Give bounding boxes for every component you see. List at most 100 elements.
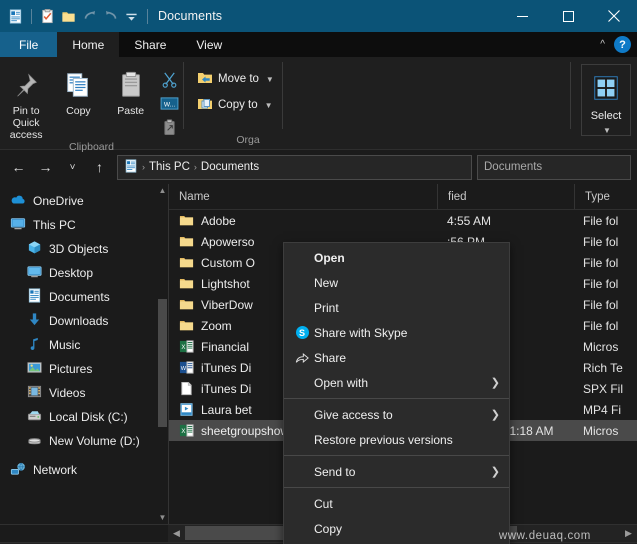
column-header-type[interactable]: Type [574,184,637,209]
sidebar-item-new-volume-d[interactable]: New Volume (D:) [0,429,168,453]
context-menu: Open New Print S Share with Skype Share Open w… [283,242,510,544]
tab-home[interactable]: Home [57,32,120,57]
move-to-button[interactable]: Move to ▼ [190,66,281,92]
sidebar-label: New Volume (D:) [49,434,140,448]
copy-button[interactable]: Copy [52,64,104,117]
menu-item-open-with[interactable]: Open with ❯ [284,370,509,395]
scroll-up-icon[interactable]: ▲ [157,184,168,197]
breadcrumb-separator: › [142,162,145,172]
file-name-text: iTunes Di [201,381,252,396]
column-header-name[interactable]: Name [169,184,437,209]
sidebar-item-pictures[interactable]: Pictures [0,357,168,381]
sidebar-item-onedrive[interactable]: OneDrive [0,189,168,213]
excel-icon: X [179,339,194,354]
pin-label-line1: Pin to Quick [12,105,40,129]
breadcrumb[interactable]: › This PC › Documents [117,154,472,180]
folder-icon [179,234,194,249]
svg-text:X: X [181,344,185,351]
up-button[interactable]: ↑ [87,155,112,180]
menu-item-label: Send to [314,464,356,479]
svg-text:W: W [181,366,187,372]
scroll-left-icon[interactable]: ◀ [168,525,185,542]
copy-to-button[interactable]: Copy to ▼ [190,92,280,118]
sidebar-item-local-disk-c[interactable]: Local Disk (C:) [0,405,168,429]
menu-item-send-to[interactable]: Send to ❯ [284,459,509,484]
sidebar-item-videos[interactable]: Videos [0,381,168,405]
sidebar-item-downloads[interactable]: Downloads [0,309,168,333]
navigation-pane: OneDrive This PC 3D Objects Desktop Docu… [0,184,168,524]
file-type-cell: File fol [583,213,619,228]
sidebar-item-music[interactable]: Music [0,333,168,357]
chevron-down-icon[interactable]: ▼ [266,75,274,84]
scroll-right-icon[interactable]: ▶ [620,525,637,542]
new-folder-icon[interactable] [60,8,77,25]
folder-icon [179,213,194,228]
chevron-right-icon: ❯ [490,377,500,389]
sidebar-item-this-pc[interactable]: This PC [0,213,168,237]
svg-text:X: X [181,428,185,435]
tab-share[interactable]: Share [119,32,181,57]
customize-qat-icon[interactable] [123,8,140,25]
undo-icon[interactable] [102,8,119,25]
menu-item-cut[interactable]: Cut [284,491,509,516]
chevron-right-icon: ❯ [490,409,500,421]
properties-icon[interactable] [39,8,56,25]
copy-path-icon[interactable]: W... [158,93,182,114]
menu-item-label: Print [314,300,339,315]
column-header-date[interactable]: fied [437,184,574,209]
chevron-down-icon[interactable]: ▼ [603,126,611,135]
breadcrumb-documents[interactable]: Documents [201,161,259,173]
breadcrumb-this-pc[interactable]: This PC [149,161,190,173]
menu-item-share-with-skype[interactable]: S Share with Skype [284,320,509,345]
close-button[interactable] [591,0,637,32]
sidebar-label: Network [33,463,78,477]
paste-label: Paste [117,105,145,117]
menu-item-share[interactable]: Share [284,345,509,370]
tab-file[interactable]: File [0,32,58,57]
menu-item-label: Share with Skype [314,325,408,340]
explorer-body: OneDrive This PC 3D Objects Desktop Docu… [0,184,637,544]
chevron-down-icon[interactable]: ▼ [265,101,273,110]
sidebar-item-3d-objects[interactable]: 3D Objects [0,237,168,261]
menu-item-restore-previous-versions[interactable]: Restore previous versions [284,427,509,452]
copy-to-label: Copy to [218,99,258,111]
pin-to-quick-access-button[interactable]: Pin to Quick access [0,64,52,141]
chevron-up-icon[interactable]: ^ [600,39,605,50]
documents-icon[interactable] [7,8,24,25]
file-type-cell: MP4 Fi [583,402,622,417]
folder-icon [179,276,194,291]
paste-shortcut-icon[interactable] [158,117,182,138]
sidebar-item-desktop[interactable]: Desktop [0,261,168,285]
menu-item-open[interactable]: Open [284,245,509,270]
desktop-icon [27,264,42,282]
ribbon-tabs-right: ^ ? [600,32,631,57]
scrollbar-thumb[interactable] [158,299,167,427]
paste-button[interactable]: Paste [105,64,157,117]
menu-item-label: Copy [314,521,343,536]
navigation-scrollbar[interactable]: ▲ ▼ [157,184,168,524]
scroll-down-icon[interactable]: ▼ [157,511,168,524]
recent-locations-button[interactable]: ˅ [60,155,85,180]
file-name-text: Custom O [201,255,256,270]
menu-item-print[interactable]: Print [284,295,509,320]
tab-view[interactable]: View [181,32,237,57]
forward-button[interactable]: → [33,155,58,180]
select-button[interactable]: Select ▼ [581,64,631,136]
sidebar-item-network[interactable]: Network [0,458,168,482]
maximize-button[interactable] [545,0,591,32]
minimize-button[interactable] [499,0,545,32]
menu-item-give-access-to[interactable]: Give access to ❯ [284,402,509,427]
sidebar-item-documents[interactable]: Documents [0,285,168,309]
redo-icon[interactable] [81,8,98,25]
share-icon [292,351,312,365]
cut-icon[interactable] [158,69,182,90]
search-input[interactable]: Documents [477,154,631,180]
menu-item-label: New [314,275,339,290]
table-row[interactable]: Adobe 4:55 AM File fol [169,210,637,231]
menu-item-copy[interactable]: Copy [284,516,509,541]
menu-item-new[interactable]: New [284,270,509,295]
svg-text:W...: W... [164,101,175,108]
back-button[interactable]: ← [6,155,31,180]
help-button[interactable]: ? [614,36,631,53]
file-name-text: Apowerso [201,234,255,249]
